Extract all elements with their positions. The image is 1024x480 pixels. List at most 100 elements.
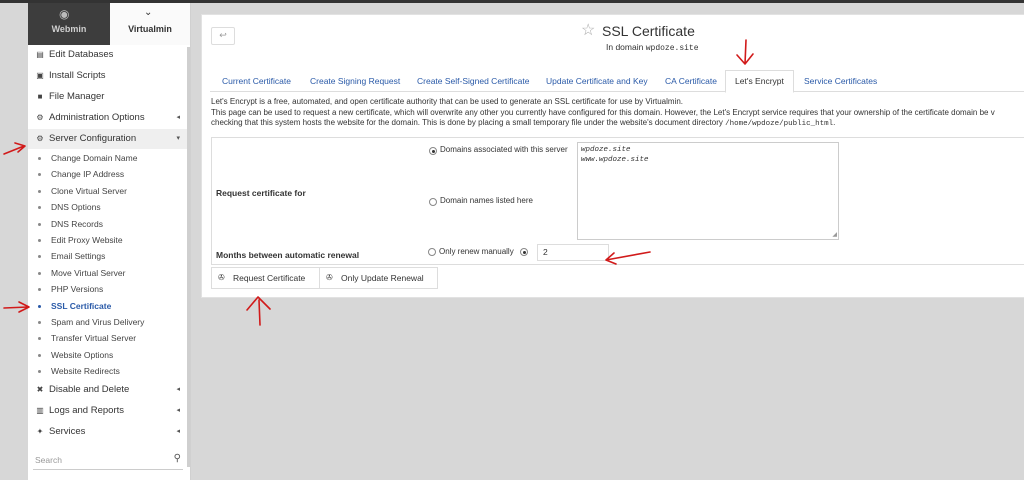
- sidebar-sub-item-dns-records[interactable]: DNS Records: [28, 216, 188, 232]
- bullet-icon: [38, 173, 41, 177]
- sidebar-sub-item-spam-and-virus-delivery[interactable]: Spam and Virus Delivery: [28, 314, 188, 330]
- return-arrow-icon: ↩: [219, 30, 227, 40]
- globe-icon: ✇: [326, 273, 333, 282]
- star-icon[interactable]: ☆: [581, 20, 595, 40]
- sidebar-sub-item-label: Transfer Virtual Server: [51, 333, 137, 344]
- virtualmin-tab-label: Virtualmin: [128, 24, 172, 34]
- chevron-left-icon: ◂: [176, 428, 180, 435]
- request-certificate-label: Request certificate for: [216, 188, 306, 198]
- description-line-1: Let's Encrypt is a free, automated, and …: [211, 97, 684, 106]
- renew-months-radio[interactable]: [520, 248, 528, 256]
- sidebar-item-server-configuration[interactable]: ⚙ Server Configuration ▾: [28, 129, 188, 149]
- sidebar-sub-item-label: Edit Proxy Website: [51, 235, 123, 245]
- sidebar-sub-item-transfer-virtual-server[interactable]: Transfer Virtual Server: [28, 330, 188, 346]
- bullet-icon: [38, 321, 41, 324]
- globe-icon: ✇: [218, 273, 225, 282]
- bullet-icon: [38, 222, 41, 226]
- sidebar-item-logs-and-reports[interactable]: ▥ Logs and Reports ◂: [28, 401, 188, 421]
- sidebar-scrollbar[interactable]: [187, 47, 190, 467]
- sidebar-sub-item-label: Move Virtual Server: [51, 267, 126, 278]
- sidebar-sub-item-website-options[interactable]: Website Options: [28, 347, 188, 363]
- bullet-icon: [38, 337, 41, 341]
- terminal-icon: ▣: [36, 71, 44, 80]
- sidebar-sub-item-label: Email Settings: [51, 251, 106, 262]
- sidebar-item-label: Server Configuration: [49, 133, 137, 144]
- sidebar-sub-item-label: PHP Versions: [51, 284, 104, 295]
- sidebar-item-edit-databases[interactable]: ▤ Edit Databases: [28, 45, 188, 65]
- annotation-arrow-ssl-certificate: [3, 301, 30, 313]
- sidebar-sub-item-label: DNS Options: [51, 202, 101, 213]
- back-button[interactable]: ↩: [211, 27, 235, 45]
- bullet-icon: [38, 255, 41, 259]
- renewal-months-value: 2: [543, 247, 548, 257]
- tab-ca-certificate[interactable]: CA Certificate: [665, 71, 717, 91]
- bullet-icon: [38, 288, 41, 292]
- sidebar-sub-item-change-domain-name[interactable]: Change Domain Name: [28, 150, 188, 166]
- resize-grip-icon[interactable]: ◢: [832, 231, 837, 238]
- sidebar-sub-item-ssl-certificate[interactable]: SSL Certificate: [28, 298, 188, 314]
- search-input[interactable]: Search: [35, 455, 62, 465]
- renew-manually-label: Only renew manually: [439, 247, 514, 256]
- sidebar-search[interactable]: Search ⚲: [33, 451, 183, 470]
- sidebar-sub-item-label: Clone Virtual Server: [51, 185, 127, 196]
- sidebar-sub-item-move-virtual-server[interactable]: Move Virtual Server: [28, 265, 188, 281]
- sidebar-item-label: Disable and Delete: [49, 384, 130, 395]
- subtitle-prefix: In domain: [606, 42, 644, 52]
- bullet-icon: [38, 271, 41, 275]
- bullet-icon: [38, 189, 41, 193]
- tab-create-signing-request[interactable]: Create Signing Request: [310, 71, 400, 91]
- sidebar-item-file-manager[interactable]: ■ File Manager: [28, 87, 188, 107]
- folder-icon: ■: [37, 92, 43, 101]
- webmin-tab[interactable]: ◉ Webmin: [28, 3, 110, 45]
- domain-names-listed-radio[interactable]: [429, 198, 437, 206]
- tab-create-self-signed-certificate[interactable]: Create Self-Signed Certificate: [417, 71, 529, 91]
- sidebar-sub-item-clone-virtual-server[interactable]: Clone Virtual Server: [28, 183, 188, 199]
- request-certificate-button[interactable]: ✇ Request Certificate: [211, 267, 320, 289]
- sidebar-item-administration-options[interactable]: ⚙ Administration Options ◂: [28, 108, 188, 128]
- gears-icon: ⚙: [36, 134, 44, 143]
- sidebar-sub-item-label: Spam and Virus Delivery: [51, 317, 145, 327]
- annotation-arrow-server-config: [3, 142, 26, 155]
- sidebar-sub-item-dns-options[interactable]: DNS Options: [28, 199, 188, 215]
- bullet-icon: [38, 206, 41, 210]
- trash-icon: ✖: [36, 385, 44, 394]
- bullet-icon: [38, 304, 41, 308]
- sidebar-sub-item-label: Website Redirects: [51, 366, 120, 377]
- sidebar-sub-item-change-ip-address[interactable]: Change IP Address: [28, 166, 188, 182]
- bullet-icon: [38, 370, 41, 374]
- sidebar-item-services[interactable]: ✦ Services ◂: [28, 422, 188, 442]
- sidebar-sub-item-label: Change IP Address: [51, 169, 125, 180]
- tab-service-certificates[interactable]: Service Certificates: [804, 71, 877, 91]
- tab-lets-encrypt[interactable]: Let's Encrypt: [725, 70, 794, 93]
- virtualmin-tab[interactable]: ⌄ Virtualmin: [110, 3, 190, 45]
- chevron-down-icon: ▾: [176, 135, 180, 142]
- services-icon: ✦: [36, 427, 44, 436]
- renew-manually-radio[interactable]: [428, 248, 436, 256]
- description: Let's Encrypt is a free, automated, and …: [211, 97, 1023, 130]
- sidebar-item-label: Logs and Reports: [49, 405, 124, 416]
- tab-current-certificate[interactable]: Current Certificate: [222, 71, 291, 91]
- domain-line: www.wpdoze.site: [581, 156, 649, 164]
- bullet-icon: [38, 239, 41, 242]
- chevron-down-icon: ⌄: [144, 7, 153, 18]
- sidebar-sub-item-label: Website Options: [51, 349, 114, 360]
- sidebar-sub-item-php-versions[interactable]: PHP Versions: [28, 281, 188, 297]
- sidebar-sub-item-website-redirects[interactable]: Website Redirects: [28, 363, 188, 379]
- chart-icon: ▥: [36, 406, 44, 415]
- sidebar-item-disable-and-delete[interactable]: ✖ Disable and Delete ◂: [28, 380, 188, 400]
- only-update-renewal-button[interactable]: ✇ Only Update Renewal: [319, 267, 438, 289]
- sidebar-item-label: Services: [49, 426, 86, 437]
- search-icon[interactable]: ⚲: [174, 453, 181, 464]
- renewal-months-input[interactable]: 2: [537, 244, 609, 261]
- sidebar-item-install-scripts[interactable]: ▣ Install Scripts: [28, 66, 188, 86]
- tab-bar: Current Certificate Create Signing Reque…: [210, 70, 1024, 93]
- domain-names-textarea[interactable]: wpdoze.site www.wpdoze.site ◢: [577, 142, 839, 240]
- sidebar-sub-item-email-settings[interactable]: Email Settings: [28, 248, 188, 264]
- chevron-left-icon: ◂: [176, 386, 180, 393]
- sidebar-sub-item-edit-proxy-website[interactable]: Edit Proxy Website: [28, 232, 188, 248]
- webmin-tab-label: Webmin: [51, 24, 87, 34]
- tab-update-certificate-and-key[interactable]: Update Certificate and Key: [546, 71, 648, 91]
- page-subtitle: In domain wpdoze.site: [606, 42, 699, 53]
- annotation-arrow-request-button: [246, 296, 271, 326]
- domains-associated-radio[interactable]: [429, 147, 437, 155]
